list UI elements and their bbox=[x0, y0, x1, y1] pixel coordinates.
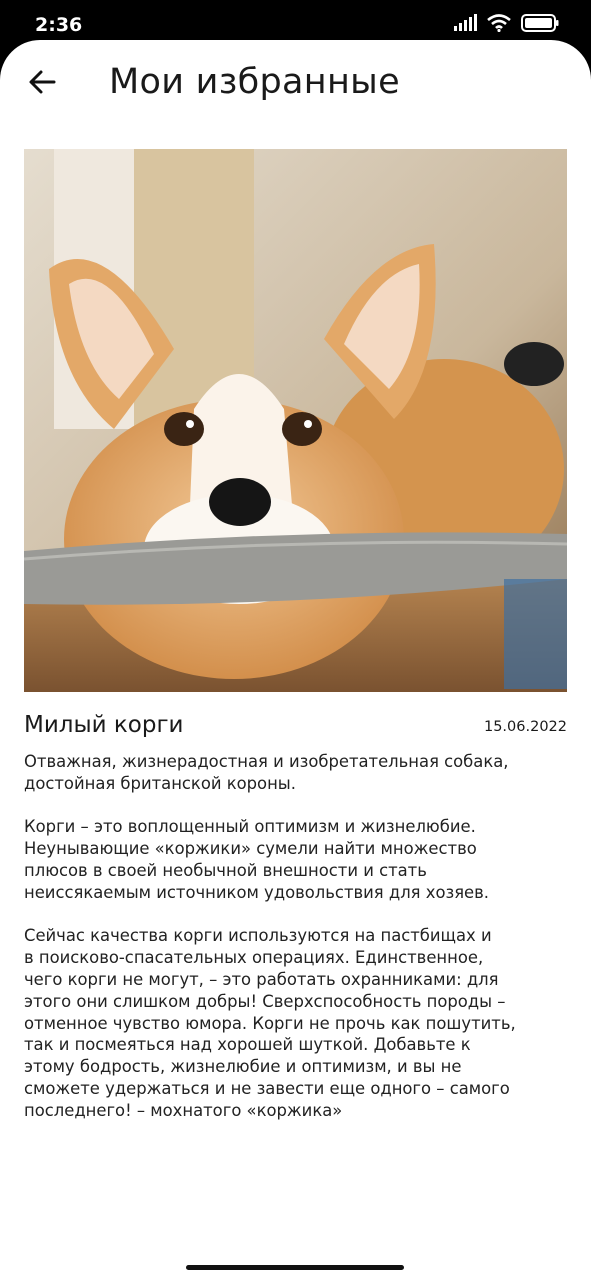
arrow-left-icon bbox=[28, 69, 56, 100]
battery-icon bbox=[521, 14, 559, 37]
home-indicator[interactable] bbox=[186, 1265, 404, 1270]
status-icons bbox=[453, 14, 559, 37]
corgi-photo bbox=[24, 149, 567, 692]
signal-icon bbox=[453, 14, 477, 37]
app-bar: Мои избранные bbox=[0, 40, 591, 130]
card-description: Отважная, жизнерадостная и изобретательн… bbox=[24, 752, 516, 1120]
back-button[interactable] bbox=[22, 64, 62, 104]
screen: Мои избранные Милый корги 15.06.2022 Отв… bbox=[0, 40, 591, 1280]
card-title: Милый корги bbox=[24, 712, 184, 738]
wifi-icon bbox=[487, 14, 511, 37]
page-title: Мои избранные bbox=[109, 62, 400, 102]
card-date: 15.06.2022 bbox=[483, 719, 567, 735]
status-time: 2:36 bbox=[35, 14, 83, 36]
